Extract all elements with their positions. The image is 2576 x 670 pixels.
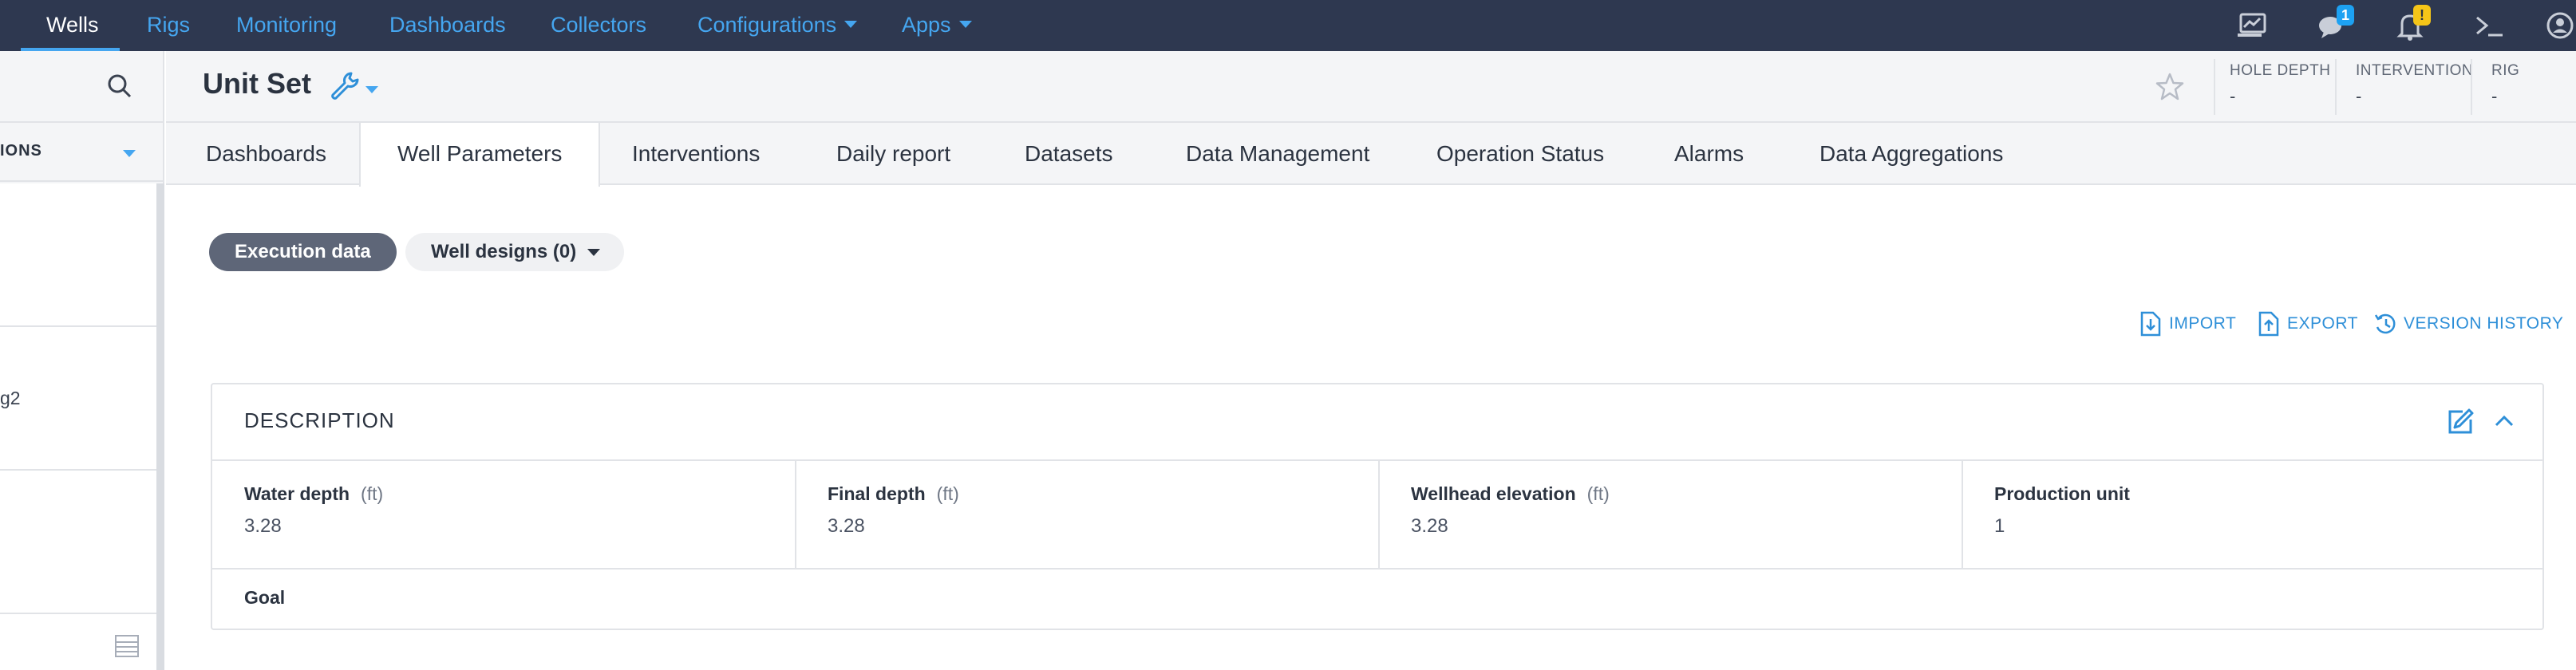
monitor-chart-icon[interactable] [2234,6,2273,45]
sidebar-filter[interactable]: IONS [0,124,164,182]
field-unit: (ft) [361,483,384,504]
sidebar: IONS g2 [0,51,164,670]
production-unit-field: Production unit 1 [1962,461,2546,568]
nav-rigs[interactable]: Rigs [147,0,190,51]
nav-dashboards[interactable]: Dashboards [389,0,506,51]
nav-apps[interactable]: Apps [902,0,972,51]
export-button[interactable]: EXPORT [2257,308,2357,340]
intervention-stat: INTERVENTION - [2356,62,2473,113]
tab-interventions[interactable]: Interventions [632,123,760,185]
intervention-label: INTERVENTION [2356,62,2474,79]
tab-data-aggregations[interactable]: Data Aggregations [1819,123,2003,185]
field-label: Water depth (ft) [244,483,383,505]
list-item[interactable]: g2 [0,327,156,471]
field-label: Wellhead elevation (ft) [1411,483,1610,505]
intervention-value: - [2356,86,2362,106]
field-label: Production unit [1994,483,2141,505]
final-depth-field: Final depth (ft) 3.28 [796,461,1379,568]
edit-icon[interactable] [2445,405,2477,437]
sidebar-filter-label: IONS [0,142,42,160]
search-icon[interactable] [105,72,134,100]
nav-apps-label: Apps [902,13,951,37]
tab-data-management[interactable]: Data Management [1186,123,1369,185]
field-value: 3.28 [244,515,282,537]
list-item[interactable] [0,471,156,614]
import-icon [2140,311,2161,337]
divider [2471,59,2472,115]
nav-configurations[interactable]: Configurations [697,0,858,51]
nav-monitoring[interactable]: Monitoring [236,0,337,51]
tab-bar: Dashboards Well Parameters Interventions… [166,123,2576,187]
divider [2214,59,2215,115]
tab-alarms[interactable]: Alarms [1674,123,1744,185]
bell-badge: ! [2413,5,2431,26]
field-label-text: Water depth [244,483,350,504]
sidebar-list: g2 [0,183,156,670]
field-label-text: Final depth [828,483,926,504]
version-history-button[interactable]: VERSION HISTORY [2373,308,2563,340]
chevron-down-icon[interactable] [365,86,378,93]
hole-depth-stat: HOLE DEPTH - [2230,62,2330,113]
list-item-label: g2 [0,388,21,408]
field-value: 3.28 [828,515,865,537]
nav-wells[interactable]: Wells [46,0,99,51]
user-icon[interactable] [2541,6,2576,45]
panel-title: DESCRIPTION [244,408,395,432]
tab-daily-report[interactable]: Daily report [836,123,950,185]
field-value: 1 [1994,515,2005,537]
history-icon [2374,313,2396,334]
nav-configurations-label: Configurations [697,13,837,37]
chevron-down-icon [123,150,136,157]
field-label-text: Production unit [1994,483,2130,504]
chevron-down-icon [587,249,601,256]
hole-depth-value: - [2230,86,2236,106]
import-label: IMPORT [2169,314,2237,333]
terminal-icon[interactable] [2471,6,2509,45]
wrench-icon[interactable] [329,70,361,102]
chevron-down-icon [844,21,858,29]
chevron-up-icon[interactable] [2491,408,2517,434]
sidebar-scrollbar[interactable] [156,183,164,670]
field-unit: (ft) [936,483,959,504]
field-value: 3.28 [1411,515,1448,537]
table-icon[interactable] [115,635,139,657]
sidebar-search[interactable] [0,51,164,123]
page-header: Unit Set HOLE DEPTH - INTERVENTION - RIG… [166,51,2576,123]
chevron-down-icon [958,21,972,29]
field-label-text: Wellhead elevation [1411,483,1576,504]
rig-stat: RIG - [2491,62,2519,113]
export-label: EXPORT [2287,314,2358,333]
export-icon [2258,311,2279,337]
execution-data-pill[interactable]: Execution data [209,233,397,271]
tab-well-parameters[interactable]: Well Parameters [359,123,601,187]
tab-datasets[interactable]: Datasets [1025,123,1113,185]
divider [212,568,2542,570]
nav-collectors[interactable]: Collectors [551,0,646,51]
top-navigation: Wells Rigs Monitoring Dashboards Collect… [0,0,2576,52]
chat-badge: 1 [2337,5,2354,26]
hole-depth-label: HOLE DEPTH [2230,62,2331,79]
well-designs-label: Well designs (0) [431,241,577,262]
field-unit: (ft) [1586,483,1610,504]
well-designs-pill[interactable]: Well designs (0) [405,233,625,271]
description-panel: DESCRIPTION Water depth (ft) 3.28 Final d… [211,383,2544,630]
water-depth-field: Water depth (ft) 3.28 [212,461,796,568]
import-button[interactable]: IMPORT [2139,308,2237,340]
chat-icon[interactable]: 1 [2314,5,2354,45]
goal-label: Goal [244,587,286,608]
version-history-label: VERSION HISTORY [2404,314,2564,333]
field-label: Final depth (ft) [828,483,959,505]
wellhead-elevation-field: Wellhead elevation (ft) 3.28 [1379,461,1962,568]
list-item[interactable] [0,183,156,327]
star-icon[interactable] [2155,72,2185,102]
tab-operation-status[interactable]: Operation Status [1436,123,1604,185]
rig-label: RIG [2491,62,2520,79]
page-title: Unit Set [203,67,312,100]
divider [2335,59,2337,115]
rig-value: - [2491,86,2498,106]
tab-dashboards[interactable]: Dashboards [206,123,326,185]
bell-icon[interactable]: ! [2391,5,2431,45]
